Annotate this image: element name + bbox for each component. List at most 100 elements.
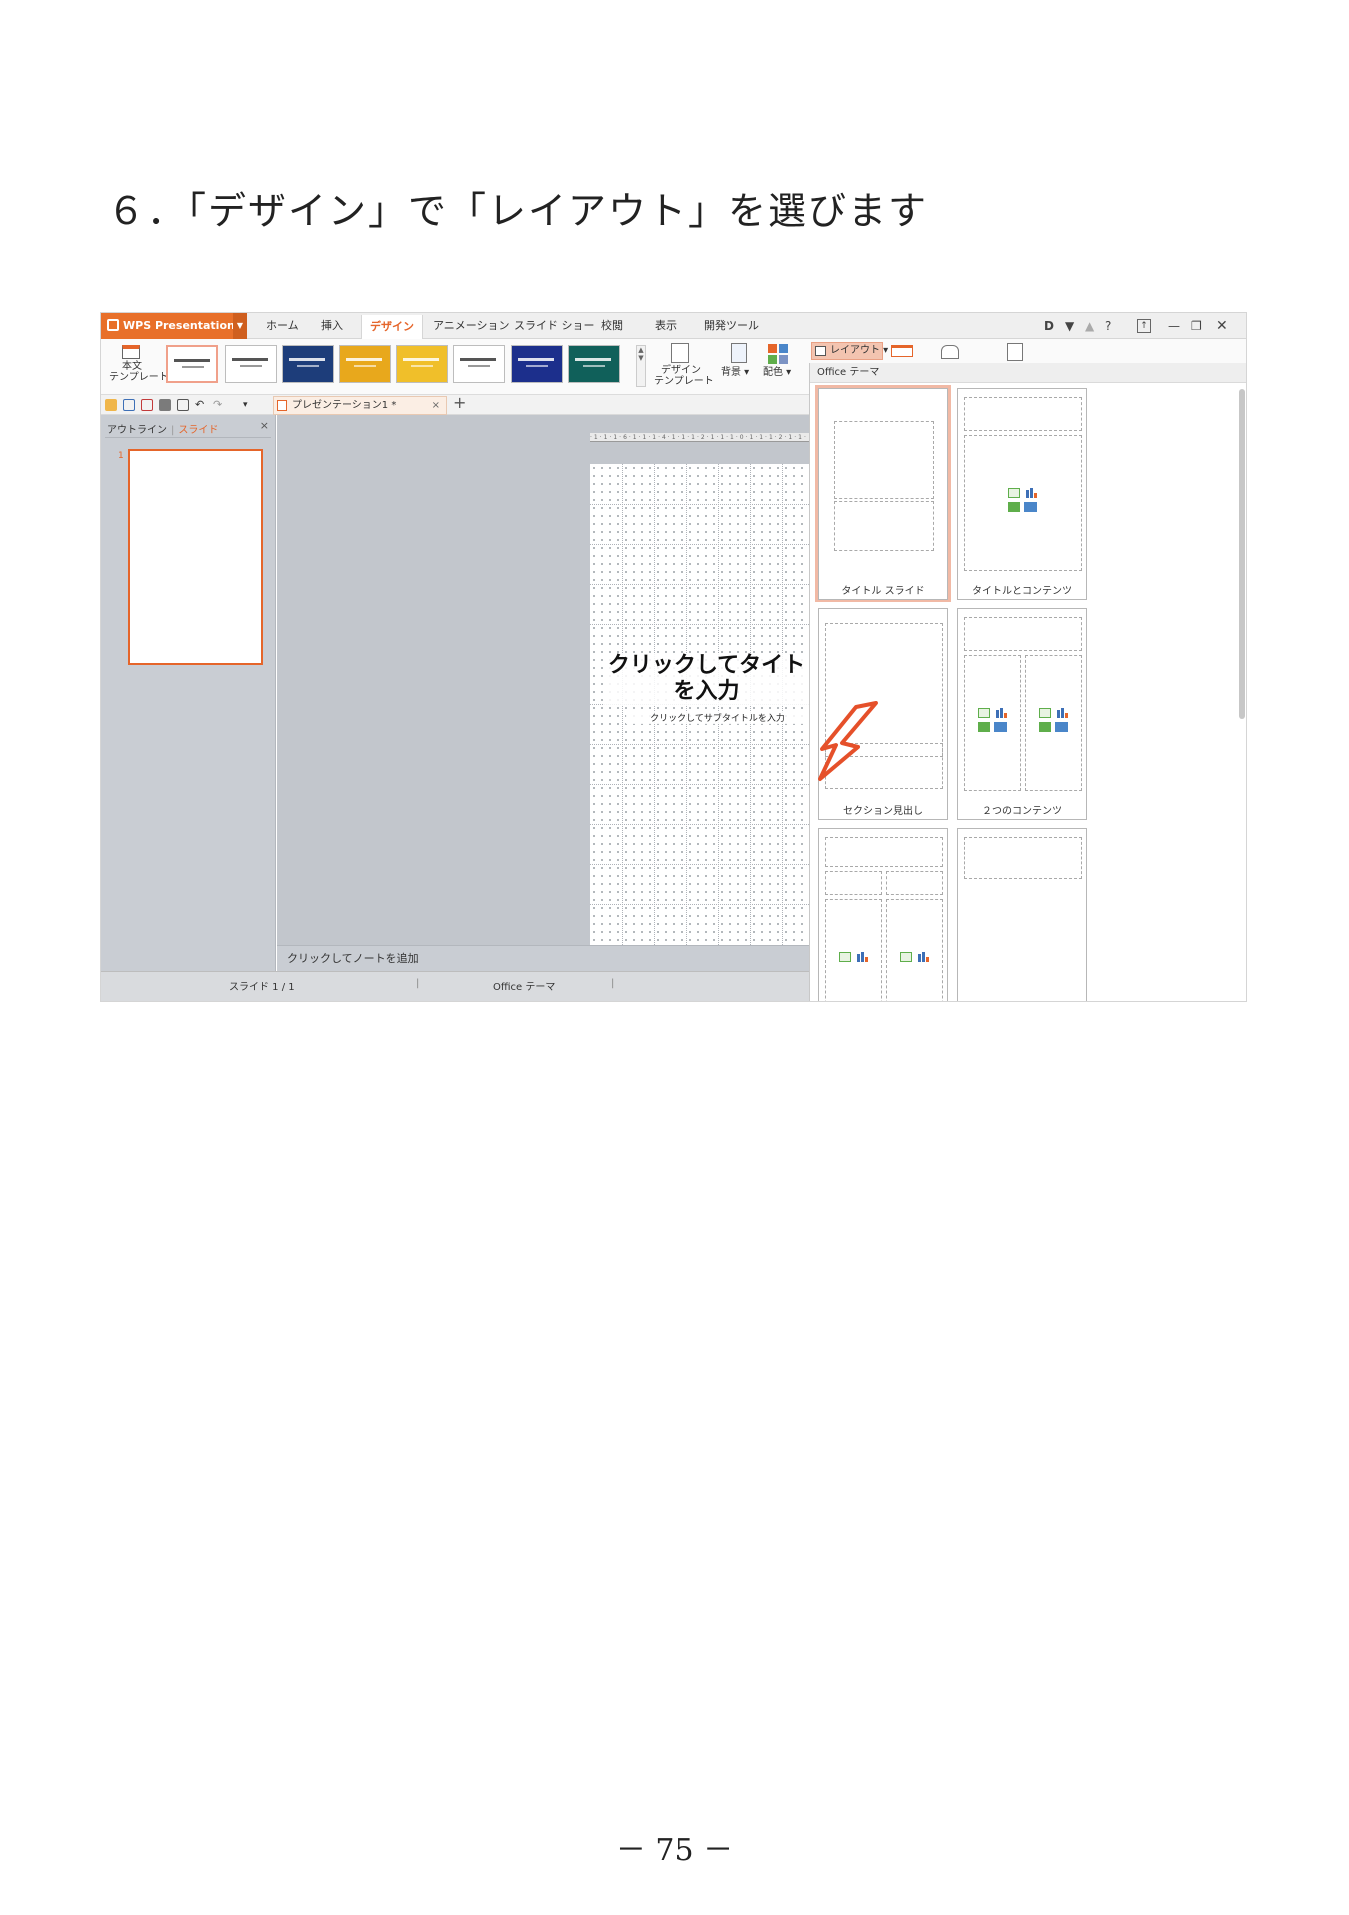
template-thumb-4[interactable] xyxy=(339,345,391,383)
header-footer-icon[interactable] xyxy=(891,345,913,357)
design-template-icon[interactable] xyxy=(671,343,689,363)
template-thumb-title-bar xyxy=(346,358,382,361)
content-icons xyxy=(978,708,1010,734)
template-thumb-subtitle-bar xyxy=(468,365,490,367)
template-thumb-6[interactable] xyxy=(453,345,505,383)
layout-two-content[interactable]: ２つのコンテンツ xyxy=(954,605,1090,822)
title-placeholder-line-1: クリックしてタイト xyxy=(607,653,806,678)
template-thumb-title-bar xyxy=(403,358,439,361)
template-thumb-2[interactable] xyxy=(225,345,277,383)
content-icons xyxy=(839,952,871,978)
wps-logo-icon xyxy=(107,319,119,331)
notes-pane[interactable]: クリックしてノートを追加 xyxy=(277,945,809,971)
template-thumb-5[interactable] xyxy=(396,345,448,383)
tab-design[interactable]: デザイン xyxy=(361,315,423,340)
panel-close-icon[interactable]: × xyxy=(260,419,269,432)
body-template-icon[interactable] xyxy=(122,345,140,359)
horizontal-ruler: ·1·1·1·6·1·1·1·4·1·1·1·2·1·1·1·0·1·1·1·2… xyxy=(590,433,809,442)
template-thumb-subtitle-bar xyxy=(240,365,262,367)
print-preview-icon[interactable] xyxy=(177,399,189,411)
close-tab-icon[interactable]: × xyxy=(432,397,440,414)
layout-title-slide[interactable]: タイトル スライド xyxy=(815,385,951,602)
export-pdf-icon[interactable] xyxy=(141,399,153,411)
color-scheme-icon[interactable] xyxy=(768,344,788,364)
arrow-icon xyxy=(818,701,878,781)
status-theme: Office テーマ xyxy=(493,982,556,993)
customize-toolbar-icon[interactable]: ▾ xyxy=(243,399,255,411)
restore-icon[interactable]: ❐ xyxy=(1191,313,1202,339)
help-icon[interactable]: ? xyxy=(1105,313,1111,339)
template-thumb-title-bar xyxy=(289,358,325,361)
tab-slideshow[interactable]: スライド ショー xyxy=(514,313,595,339)
slide-canvas[interactable]: クリックしてタイト を入力 クリックしてサブタイトルを入力 xyxy=(590,464,809,945)
redo-icon[interactable]: ↷ xyxy=(213,399,225,411)
status-bar: スライド 1 / 1 | Office テーマ | xyxy=(101,971,809,1001)
save-icon[interactable] xyxy=(123,399,135,411)
layout-caption: タイトルとコンテンツ xyxy=(972,586,1072,597)
slides-panel: アウトライン | スライド × 1 xyxy=(101,415,276,971)
title-placeholder-line-2: を入力 xyxy=(673,679,740,704)
tab-outline[interactable]: アウトライン xyxy=(107,425,167,436)
page-setup-icon[interactable] xyxy=(1007,343,1023,361)
print-icon[interactable] xyxy=(159,399,171,411)
tab-animation[interactable]: アニメーション xyxy=(433,313,510,339)
layout-title-only[interactable] xyxy=(954,825,1090,1001)
gallery-scroll[interactable]: ▲ ▼ xyxy=(636,345,646,387)
template-thumb-subtitle-bar xyxy=(297,365,319,367)
tab-slides[interactable]: スライド xyxy=(178,425,218,436)
template-thumb-title-bar xyxy=(518,358,554,361)
chevron-down-icon[interactable]: ▼ xyxy=(233,313,247,339)
subtitle-placeholder[interactable]: クリックしてサブタイトルを入力 xyxy=(626,711,809,724)
tab-insert[interactable]: 挿入 xyxy=(321,313,343,339)
slide-thumbnail[interactable] xyxy=(128,449,263,665)
minimize-icon[interactable]: — xyxy=(1168,313,1180,339)
tab-review[interactable]: 校閲 xyxy=(601,313,623,339)
template-thumb-3[interactable] xyxy=(282,345,334,383)
background-label[interactable]: 背景 xyxy=(721,367,741,378)
tab-developer[interactable]: 開発ツール xyxy=(704,313,759,339)
tab-home[interactable]: ホーム xyxy=(266,313,299,339)
slide-size-icon[interactable] xyxy=(941,345,959,359)
new-tab-icon[interactable]: + xyxy=(453,393,466,412)
user-icon[interactable]: ▲ xyxy=(1085,313,1094,339)
template-thumb-1[interactable] xyxy=(166,345,218,383)
account-icon[interactable]: D xyxy=(1044,313,1054,339)
template-thumb-subtitle-bar xyxy=(354,365,376,367)
color-scheme-label[interactable]: 配色 xyxy=(763,367,783,378)
layout-button-label: レイアウト xyxy=(830,345,880,356)
layout-dropdown: Office テーマ タイトル スライド タイトルとコンテンツ セクション見出し… xyxy=(809,363,1246,1001)
document-icon xyxy=(277,400,287,411)
title-placeholder[interactable]: クリックしてタイト を入力 xyxy=(604,653,809,705)
template-thumb-subtitle-bar xyxy=(182,366,204,368)
template-thumb-8[interactable] xyxy=(568,345,620,383)
background-icon[interactable] xyxy=(731,343,747,363)
slide-number: 1 xyxy=(118,451,124,461)
template-thumb-title-bar xyxy=(575,358,611,361)
wps-screenshot: WPS Presentation ▼ ホーム 挿入 デザイン アニメーション ス… xyxy=(100,312,1247,1002)
template-thumb-subtitle-bar xyxy=(526,365,548,367)
layout-group-header: Office テーマ xyxy=(810,363,1246,383)
template-thumb-subtitle-bar xyxy=(411,365,433,367)
content-icons xyxy=(900,952,932,978)
page-heading: ６．「デザイン」で「レイアウト」を選びます xyxy=(107,189,929,233)
menubar: WPS Presentation ▼ ホーム 挿入 デザイン アニメーション ス… xyxy=(101,313,1246,340)
template-thumb-title-bar xyxy=(174,359,210,362)
app-name: WPS Presentation xyxy=(123,319,235,332)
body-template-label: 本文 xyxy=(122,361,142,372)
content-icons xyxy=(1008,488,1040,514)
layout-button[interactable]: レイアウト ▾ xyxy=(811,342,888,360)
close-icon[interactable]: ✕ xyxy=(1216,313,1228,339)
document-tab[interactable]: プレゼンテーション1 * × xyxy=(273,396,447,415)
layout-scrollbar[interactable] xyxy=(1239,389,1245,719)
skin-icon[interactable]: ▼ xyxy=(1065,313,1074,339)
design-template-label: デザイン xyxy=(661,365,701,376)
layout-title-and-content[interactable]: タイトルとコンテンツ xyxy=(954,385,1090,602)
open-icon[interactable] xyxy=(105,399,117,411)
template-thumb-7[interactable] xyxy=(511,345,563,383)
layout-comparison[interactable] xyxy=(815,825,951,1001)
app-menu-button[interactable]: WPS Presentation ▼ xyxy=(101,313,247,339)
undo-icon[interactable]: ↶ xyxy=(195,399,207,411)
layout-caption: ２つのコンテンツ xyxy=(982,806,1062,817)
tab-view[interactable]: 表示 xyxy=(655,313,677,339)
upload-icon[interactable]: ↑ xyxy=(1137,319,1151,333)
